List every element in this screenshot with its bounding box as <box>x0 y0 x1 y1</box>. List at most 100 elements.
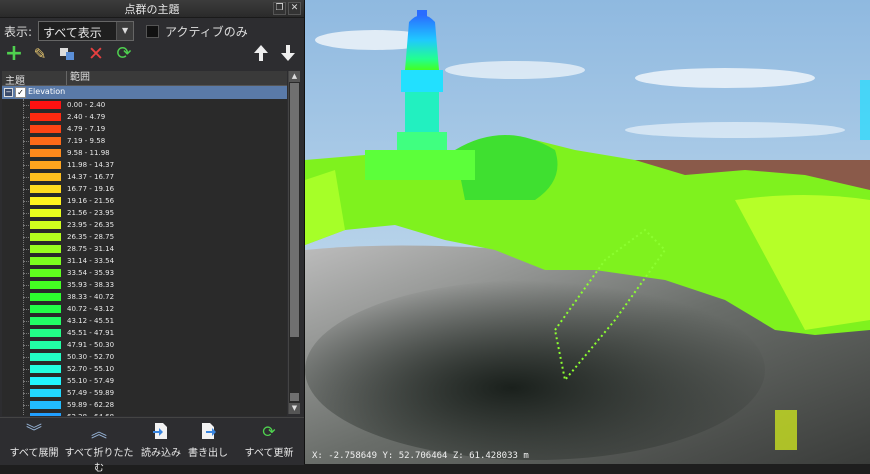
color-swatch[interactable] <box>30 281 61 289</box>
color-swatch[interactable] <box>30 293 61 301</box>
tree-row-range[interactable]: 40.72 - 43.12 <box>2 303 287 315</box>
tree-row-range[interactable]: 35.93 - 38.33 <box>2 279 287 291</box>
delete-icon[interactable]: ✕ <box>86 44 106 64</box>
column-header-theme[interactable]: 主題 <box>5 72 25 87</box>
float-icon[interactable]: ❐ <box>273 2 286 15</box>
tree-branch-line <box>23 237 29 238</box>
color-swatch[interactable] <box>30 353 61 361</box>
tree-branch-line <box>23 297 29 298</box>
tree-branch-line <box>23 357 29 358</box>
color-swatch[interactable] <box>30 173 61 181</box>
color-swatch[interactable] <box>30 197 61 205</box>
range-label: 21.56 - 23.95 <box>67 209 115 217</box>
tree-row-range[interactable]: 62.28 - 64.68 <box>2 411 287 416</box>
update-all-button[interactable]: ⟳ すべて更新 <box>244 422 294 459</box>
tree-row-range[interactable]: 38.33 - 40.72 <box>2 291 287 303</box>
move-down-icon[interactable] <box>278 44 298 64</box>
close-icon[interactable]: ✕ <box>288 2 301 15</box>
color-swatch[interactable] <box>30 245 61 253</box>
tree-row-range[interactable]: 57.49 - 59.89 <box>2 387 287 399</box>
color-swatch[interactable] <box>30 341 61 349</box>
collapse-icon[interactable]: − <box>4 88 13 97</box>
tree-root-elevation[interactable]: − ✓ Elevation <box>2 86 287 99</box>
export-button[interactable]: 書き出し <box>186 422 230 459</box>
move-up-icon[interactable] <box>251 44 271 64</box>
theme-toolbar: + ✎ ✕ ⟳ <box>2 43 302 66</box>
collapse-all-button[interactable]: ︽ すべて折りたたむ <box>64 422 134 474</box>
color-swatch[interactable] <box>30 209 61 217</box>
tree-row-range[interactable]: 11.98 - 14.37 <box>2 159 287 171</box>
tree-row-range[interactable]: 2.40 - 4.79 <box>2 111 287 123</box>
active-only-checkbox[interactable] <box>146 24 160 38</box>
range-label: 59.89 - 62.28 <box>67 401 115 409</box>
tree-row-range[interactable]: 50.30 - 52.70 <box>2 351 287 363</box>
color-swatch[interactable] <box>30 365 61 373</box>
color-swatch[interactable] <box>30 305 61 313</box>
color-swatch[interactable] <box>30 221 61 229</box>
tree-row-range[interactable]: 28.75 - 31.14 <box>2 243 287 255</box>
tree-row-range[interactable]: 23.95 - 26.35 <box>2 219 287 231</box>
color-swatch[interactable] <box>30 113 61 121</box>
tree-row-range[interactable]: 31.14 - 33.54 <box>2 255 287 267</box>
tree-row-range[interactable]: 26.35 - 28.75 <box>2 231 287 243</box>
tree-row-range[interactable]: 59.89 - 62.28 <box>2 399 287 411</box>
range-label: 38.33 - 40.72 <box>67 293 115 301</box>
tree-scrollbar[interactable]: ▲ ▼ <box>288 71 300 414</box>
tree-row-range[interactable]: 7.19 - 9.58 <box>2 135 287 147</box>
edit-icon[interactable]: ✎ <box>30 44 50 64</box>
tree-row-range[interactable]: 47.91 - 50.30 <box>2 339 287 351</box>
range-label: 14.37 - 16.77 <box>67 173 115 181</box>
refresh-icon[interactable]: ⟳ <box>114 44 134 64</box>
color-swatch[interactable] <box>30 413 61 416</box>
range-label: 4.79 - 7.19 <box>67 125 106 133</box>
tree-row-range[interactable]: 4.79 - 7.19 <box>2 123 287 135</box>
tree-row-range[interactable]: 21.56 - 23.95 <box>2 207 287 219</box>
scrollbar-thumb[interactable] <box>290 83 299 337</box>
tree-row-range[interactable]: 33.54 - 35.93 <box>2 267 287 279</box>
tree-row-range[interactable]: 55.10 - 57.49 <box>2 375 287 387</box>
column-header-range[interactable]: 範囲 <box>66 71 90 85</box>
color-swatch[interactable] <box>30 317 61 325</box>
tree-branch-line <box>23 285 29 286</box>
color-swatch[interactable] <box>30 125 61 133</box>
expand-all-button[interactable]: ︾ すべて展開 <box>8 422 60 459</box>
scroll-down-icon[interactable]: ▼ <box>289 403 300 414</box>
tree-row-range[interactable]: 9.58 - 11.98 <box>2 147 287 159</box>
color-swatch[interactable] <box>30 269 61 277</box>
add-icon[interactable]: + <box>4 43 24 65</box>
color-swatch[interactable] <box>30 257 61 265</box>
tree-row-range[interactable]: 45.51 - 47.91 <box>2 327 287 339</box>
color-swatch[interactable] <box>30 161 61 169</box>
tree-row-range[interactable]: 16.77 - 19.16 <box>2 183 287 195</box>
scrollbar-thumb-lower[interactable] <box>290 393 299 401</box>
tree-row-range[interactable]: 0.00 - 2.40 <box>2 99 287 111</box>
color-swatch[interactable] <box>30 401 61 409</box>
elevation-checkbox[interactable]: ✓ <box>15 87 26 98</box>
color-swatch[interactable] <box>30 233 61 241</box>
range-label: 9.58 - 11.98 <box>67 149 110 157</box>
color-swatch[interactable] <box>30 149 61 157</box>
range-label: 33.54 - 35.93 <box>67 269 115 277</box>
tree-row-range[interactable]: 43.12 - 45.51 <box>2 315 287 327</box>
color-swatch[interactable] <box>30 137 61 145</box>
import-button[interactable]: 読み込み <box>139 422 183 459</box>
tree-branch-line <box>23 129 29 130</box>
tree-row-range[interactable]: 19.16 - 21.56 <box>2 195 287 207</box>
tree-branch-line <box>23 225 29 226</box>
color-swatch[interactable] <box>30 329 61 337</box>
tree-row-range[interactable]: 14.37 - 16.77 <box>2 171 287 183</box>
tree-branch-line <box>23 201 29 202</box>
copy-icon[interactable] <box>58 44 78 64</box>
filter-label: 表示: <box>4 24 33 39</box>
3d-viewport[interactable]: X: -2.758649 Y: 52.706464 Z: 61.428033 m <box>305 0 870 464</box>
color-swatch[interactable] <box>30 389 61 397</box>
filter-dropdown[interactable]: すべて表示 ▼ <box>38 21 135 41</box>
tree-branch-line <box>23 105 29 106</box>
color-swatch[interactable] <box>30 185 61 193</box>
scroll-up-icon[interactable]: ▲ <box>289 71 300 82</box>
chevron-down-icon[interactable]: ▼ <box>116 22 134 40</box>
filter-row: 表示: すべて表示 ▼ アクティブのみ <box>4 20 248 42</box>
color-swatch[interactable] <box>30 101 61 109</box>
color-swatch[interactable] <box>30 377 61 385</box>
tree-row-range[interactable]: 52.70 - 55.10 <box>2 363 287 375</box>
